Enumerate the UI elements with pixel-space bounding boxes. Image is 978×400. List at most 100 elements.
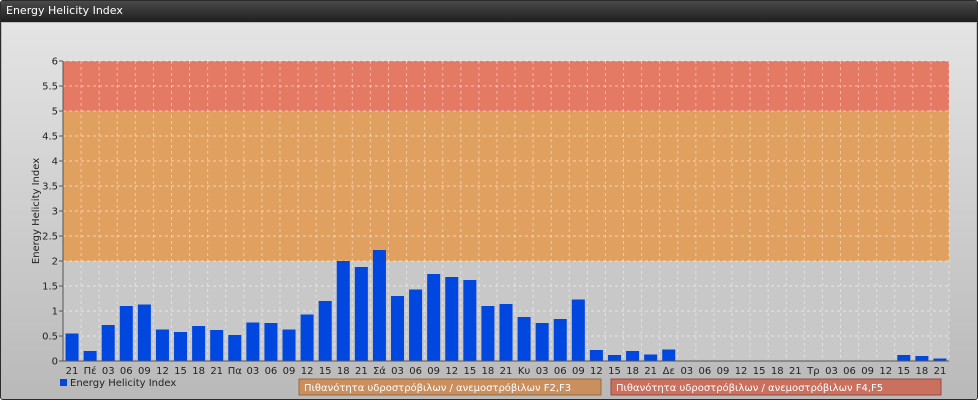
bar-26: [535, 323, 549, 361]
bar-0: [65, 333, 79, 361]
x-tick-label-36: 09: [717, 366, 730, 377]
bar-10: [246, 322, 260, 361]
bar-7: [192, 326, 206, 361]
y-axis: 0 0.5 1 1.5 2 2.5 3 3.5 4 4.5 5 5.5 6: [42, 57, 64, 368]
x-tick-label-13: 12: [301, 366, 314, 377]
x-tick-label-48: 21: [934, 366, 947, 377]
y-tick-label-11: 5.5: [42, 82, 58, 93]
legend-label: Energy Helicity Index: [70, 378, 176, 389]
x-tick-label-35: 06: [699, 366, 712, 377]
x-tick-label-38: 15: [753, 366, 766, 377]
y-tick-label-5: 2.5: [42, 232, 58, 243]
x-tick-label-21: 12: [445, 366, 458, 377]
x-tick-label-32: 21: [644, 366, 657, 377]
x-tick-label-7: 18: [192, 366, 205, 377]
bar-22: [463, 280, 477, 361]
bar-17: [372, 250, 386, 361]
x-tick-label-27: 06: [554, 366, 567, 377]
bar-13: [300, 314, 314, 361]
x-tick-label-4: 09: [138, 366, 151, 377]
y-tick-label-6: 3: [52, 207, 58, 218]
x-tick-label-42: 03: [825, 366, 838, 377]
bar-21: [445, 277, 459, 361]
x-tick-label-41: Τρ: [806, 366, 819, 377]
bar-2: [101, 325, 115, 361]
x-tick-label-46: 15: [897, 366, 910, 377]
x-tick-label-24: 21: [500, 366, 513, 377]
x-tick-label-0: 21: [66, 366, 79, 377]
x-tick-label-19: 06: [409, 366, 422, 377]
x-tick-label-20: 09: [427, 366, 440, 377]
x-tick-label-30: 15: [608, 366, 621, 377]
bar-19: [409, 289, 423, 361]
x-tick-label-39: 18: [771, 366, 784, 377]
band-label-f4f5: Πιθανότητα υδροστρόβιλων / ανεμοστρόβιλω…: [610, 378, 942, 396]
y-axis-label: Energy Helicity Index: [31, 158, 42, 264]
legend[interactable]: Energy Helicity Index: [60, 378, 176, 389]
x-tick-label-17: Σά: [373, 365, 386, 377]
x-tick-label-31: 18: [626, 366, 639, 377]
band-label-f2f3: Πιθανότητα υδροστρόβιλων / ανεμοστρόβιλω…: [298, 378, 602, 396]
bar-30: [607, 355, 621, 361]
bar-15: [336, 261, 350, 361]
x-tick-label-40: 21: [789, 366, 802, 377]
bar-4: [137, 304, 151, 361]
x-tick-label-9: Πα: [228, 366, 243, 377]
bar-33: [662, 349, 676, 361]
x-tick-label-26: 03: [536, 366, 549, 377]
legend-swatch: [60, 379, 67, 386]
bar-29: [589, 350, 603, 361]
x-tick-label-6: 15: [174, 366, 187, 377]
window-title: Energy Helicity Index: [6, 4, 123, 17]
y-tick-label-7: 3.5: [42, 182, 58, 193]
x-tick-label-23: 18: [482, 366, 495, 377]
bar-12: [282, 329, 296, 361]
y-tick-label-10: 5: [52, 107, 58, 118]
chart-svg: 0 0.5 1 1.5 2 2.5 3 3.5 4 4.5 5 5.5 6 21 Πέ 03 06 09 12 15…: [31, 57, 950, 396]
bar-16: [354, 267, 368, 361]
y-tick-label-9: 4.5: [42, 132, 58, 143]
y-tick-label-1: 0.5: [42, 332, 58, 343]
y-tick-label-3: 1.5: [42, 282, 58, 293]
chart-window: Energy Helicity Index 0 0.5 1 1.5 2 2.5 3 3.5 4 4…: [0, 0, 978, 400]
x-tick-label-45: 12: [879, 366, 892, 377]
bar-6: [174, 332, 188, 361]
bar-20: [427, 274, 441, 361]
x-tick-label-14: 15: [319, 366, 332, 377]
x-tick-label-37: 12: [735, 366, 748, 377]
x-tick-label-1: Πέ: [84, 365, 97, 377]
x-tick-label-2: 03: [102, 366, 115, 377]
x-tick-label-11: 06: [265, 366, 278, 377]
x-tick-label-22: 15: [463, 366, 476, 377]
bar-32: [644, 354, 658, 361]
bar-25: [517, 317, 531, 361]
x-tick-label-43: 06: [843, 366, 856, 377]
bar-23: [481, 306, 495, 361]
bar-1: [83, 351, 97, 361]
y-tick-label-0: 0: [52, 357, 58, 368]
x-tick-label-12: 09: [283, 366, 296, 377]
x-tick-label-29: 12: [590, 366, 603, 377]
bar-3: [119, 306, 133, 361]
bar-31: [626, 351, 640, 361]
x-tick-label-10: 03: [246, 366, 259, 377]
bar-14: [318, 301, 332, 361]
x-tick-label-28: 09: [572, 366, 585, 377]
bar-9: [228, 335, 242, 361]
band-label-f4f5-text: Πιθανότητα υδροστρόβιλων / ανεμοστρόβιλω…: [616, 382, 883, 394]
y-tick-label-12: 6: [52, 57, 58, 68]
x-tick-label-18: 03: [391, 366, 404, 377]
bar-11: [264, 323, 278, 361]
x-tick-label-34: 03: [680, 366, 693, 377]
window-titlebar: Energy Helicity Index: [1, 1, 977, 22]
bar-8: [210, 330, 224, 361]
y-tick-label-8: 4: [52, 157, 58, 168]
chart-panel: 0 0.5 1 1.5 2 2.5 3 3.5 4 4.5 5 5.5 6 21 Πέ 03 06 09 12 15…: [2, 23, 976, 399]
bar-24: [499, 304, 513, 361]
x-tick-label-25: Κυ: [518, 366, 531, 377]
bar-5: [155, 329, 169, 361]
bar-47: [915, 356, 929, 361]
bar-18: [391, 296, 405, 361]
x-tick-label-44: 09: [861, 366, 874, 377]
x-tick-label-5: 12: [156, 366, 169, 377]
